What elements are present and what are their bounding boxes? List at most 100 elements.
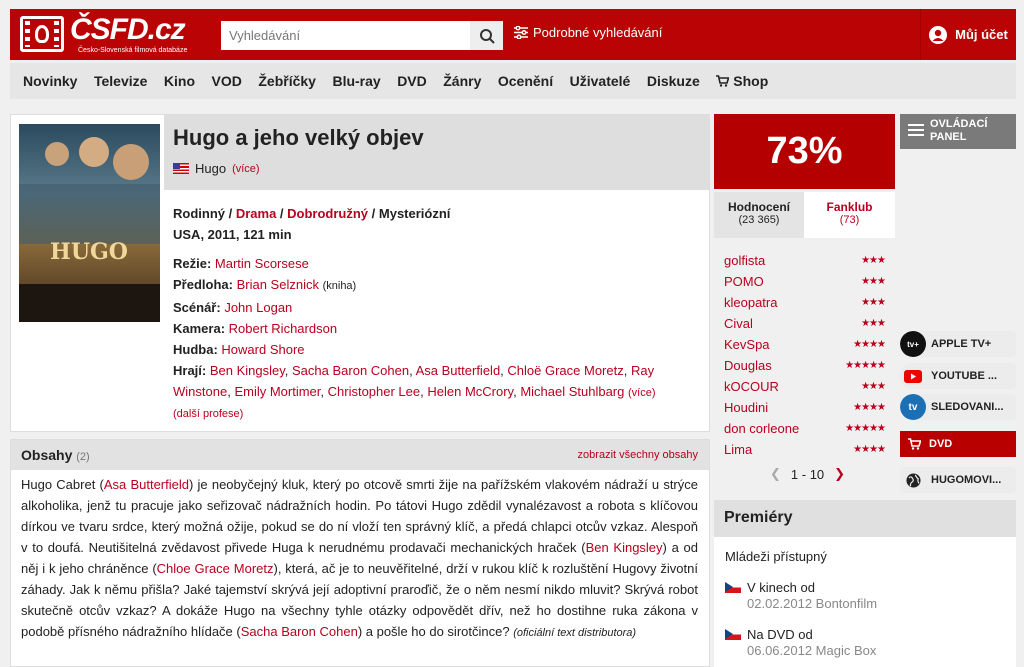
search-input[interactable] xyxy=(221,21,469,50)
tab-ratings-label: Hodnocení xyxy=(728,200,790,214)
cart-icon xyxy=(908,438,921,450)
film-poster[interactable]: HUGO xyxy=(19,124,160,322)
nav-item-uzivatele[interactable]: Uživatelé xyxy=(570,73,631,89)
tab-fanclub[interactable]: Fanklub (73) xyxy=(804,192,895,238)
nav-item-kino[interactable]: Kino xyxy=(164,73,195,89)
rater-row: Douglas ★★★★★ xyxy=(714,355,895,376)
rater-row: KevSpa ★★★★ xyxy=(714,334,895,355)
source-link[interactable]: Brian Selznick xyxy=(237,277,319,292)
film-card: HUGO Hugo a jeho velký objev Hugo (více)… xyxy=(10,114,710,432)
control-panel-button[interactable]: OVLÁDACÍ PANEL xyxy=(900,114,1016,149)
cast-link[interactable]: Chloë Grace Moretz xyxy=(507,363,623,378)
writer-row: Scénář: John Logan xyxy=(173,297,701,318)
star-rating-icon: ★★★ xyxy=(861,318,886,329)
premiere-date: 06.06.2012 Magic Box xyxy=(747,643,877,658)
plot-actor-link[interactable]: Asa Butterfield xyxy=(104,477,189,492)
vod-sledovanitv[interactable]: tv SLEDOVANI... xyxy=(900,394,1016,420)
cast-link[interactable]: Helen McCrory xyxy=(427,384,513,399)
director-link[interactable]: Martin Scorsese xyxy=(215,256,309,271)
cast-label: Hrají: xyxy=(173,363,207,378)
plot-actor-link[interactable]: Sacha Baron Cohen xyxy=(241,624,358,639)
rater-name[interactable]: kleopatra xyxy=(724,295,777,310)
writer-link[interactable]: John Logan xyxy=(224,300,292,315)
rater-name[interactable]: Houdini xyxy=(724,400,768,415)
star-rating-icon: ★★★★★ xyxy=(845,360,886,371)
vod-apple-tv[interactable]: tv+ APPLE TV+ xyxy=(900,331,1016,357)
rater-name[interactable]: kOCOUR xyxy=(724,379,779,394)
star-rating-icon: ★★★★ xyxy=(853,339,886,350)
rater-name[interactable]: Cival xyxy=(724,316,753,331)
genre-mysteriozni[interactable]: Mysteriózní xyxy=(379,206,451,221)
tab-fanclub-label: Fanklub xyxy=(826,200,873,214)
film-origin-line: USA, 2011, 121 min xyxy=(173,227,292,242)
prev-page-icon[interactable]: ❮ xyxy=(770,466,781,482)
rater-name[interactable]: POMO xyxy=(724,274,764,289)
more-titles-link[interactable]: (více) xyxy=(232,163,260,175)
rater-name[interactable]: Douglas xyxy=(724,358,772,373)
premiere-date: 02.02.2012 Bontonfilm xyxy=(747,596,878,611)
genre-drama[interactable]: Drama xyxy=(236,206,276,221)
advanced-search-link[interactable]: Podrobné vyhledávání xyxy=(514,25,662,40)
rater-name[interactable]: KevSpa xyxy=(724,337,770,352)
pager-text: 1 - 10 xyxy=(790,466,825,482)
nav-item-zebricky[interactable]: Žebříčky xyxy=(258,73,316,89)
vod-youtube[interactable]: YOUTUBE ... xyxy=(900,363,1016,389)
hugomovie-link[interactable]: HUGOMOVI... xyxy=(900,467,1016,493)
premiere-label: V kinech od xyxy=(747,580,815,595)
svg-text:HUGO: HUGO xyxy=(50,239,128,265)
rater-row: golfista ★★★ xyxy=(714,250,895,271)
star-rating-icon: ★★★ xyxy=(861,255,886,266)
nav-item-bluray[interactable]: Blu-ray xyxy=(332,73,380,89)
genre-rodinny[interactable]: Rodinný xyxy=(173,206,225,221)
plot-section: Obsahy (2) zobrazit všechny obsahy Hugo … xyxy=(10,439,710,667)
genre-dobrodruzny[interactable]: Dobrodružný xyxy=(287,206,368,221)
film-header: Hugo a jeho velký objev Hugo (více) xyxy=(164,115,709,190)
site-logo[interactable]: ČSFD.cz Česko-Slovenská filmová databáze xyxy=(20,13,187,56)
dvd-shop-button[interactable]: DVD xyxy=(900,431,1016,457)
nav-item-vod[interactable]: VOD xyxy=(212,73,242,89)
nav-item-dvd[interactable]: DVD xyxy=(397,73,427,89)
source-label: Předloha: xyxy=(173,277,233,292)
premieres-box: Premiéry Mládeži přístupný V kinech od 0… xyxy=(714,500,1016,667)
tab-ratings-count: (23 365) xyxy=(738,214,780,226)
camera-link[interactable]: Robert Richardson xyxy=(229,321,337,336)
plot-actor-link[interactable]: Ben Kingsley xyxy=(586,540,663,555)
rater-name[interactable]: don corleone xyxy=(724,421,799,436)
cast-link[interactable]: Christopher Lee xyxy=(328,384,421,399)
cast-link[interactable]: Sacha Baron Cohen xyxy=(292,363,409,378)
cast-link[interactable]: Emily Mortimer xyxy=(234,384,320,399)
cast-link[interactable]: Asa Butterfield xyxy=(416,363,501,378)
account-button[interactable]: Můj účet xyxy=(920,9,1016,60)
cast-link[interactable]: Ben Kingsley xyxy=(210,363,285,378)
premiere-label: Na DVD od xyxy=(747,627,813,642)
show-all-plots-link[interactable]: zobrazit všechny obsahy xyxy=(578,449,698,461)
camera-label: Kamera: xyxy=(173,321,226,336)
vod-label: APPLE TV+ xyxy=(931,338,992,350)
director-label: Režie: xyxy=(173,256,212,271)
nav-item-novinky[interactable]: Novinky xyxy=(23,73,77,89)
nav-item-televize[interactable]: Televize xyxy=(94,73,147,89)
rater-row: Houdini ★★★★ xyxy=(714,397,895,418)
next-page-icon[interactable]: ❯ xyxy=(834,466,845,482)
rating-percent: 73% xyxy=(714,114,895,189)
poster-image: HUGO xyxy=(19,137,160,322)
site-header: ČSFD.cz Česko-Slovenská filmová databáze… xyxy=(10,9,1016,60)
hugomovie-label: HUGOMOVI... xyxy=(931,474,1002,486)
nav-item-oceneni[interactable]: Ocenění xyxy=(498,73,553,89)
music-link[interactable]: Howard Shore xyxy=(221,342,304,357)
plot-count: (2) xyxy=(76,451,90,463)
nav-item-diskuze[interactable]: Diskuze xyxy=(647,73,700,89)
nav-item-shop[interactable]: Shop xyxy=(716,73,768,89)
rater-name[interactable]: Lima xyxy=(724,442,752,457)
premiere-cinema: V kinech od 02.02.2012 Bontonfilm xyxy=(725,580,877,611)
search-button[interactable] xyxy=(470,21,503,50)
rater-row: Cival ★★★ xyxy=(714,313,895,334)
plot-actor-link[interactable]: Chloe Grace Moretz xyxy=(157,561,274,576)
cast-more-link[interactable]: (více) xyxy=(628,387,656,399)
nav-item-zanry[interactable]: Žánry xyxy=(443,73,481,89)
other-roles-link[interactable]: (další profese) xyxy=(173,408,243,420)
tab-ratings[interactable]: Hodnocení (23 365) xyxy=(714,192,804,238)
rater-name[interactable]: golfista xyxy=(724,253,765,268)
cart-icon xyxy=(716,75,730,87)
cast-link[interactable]: Michael Stuhlbarg xyxy=(520,384,624,399)
